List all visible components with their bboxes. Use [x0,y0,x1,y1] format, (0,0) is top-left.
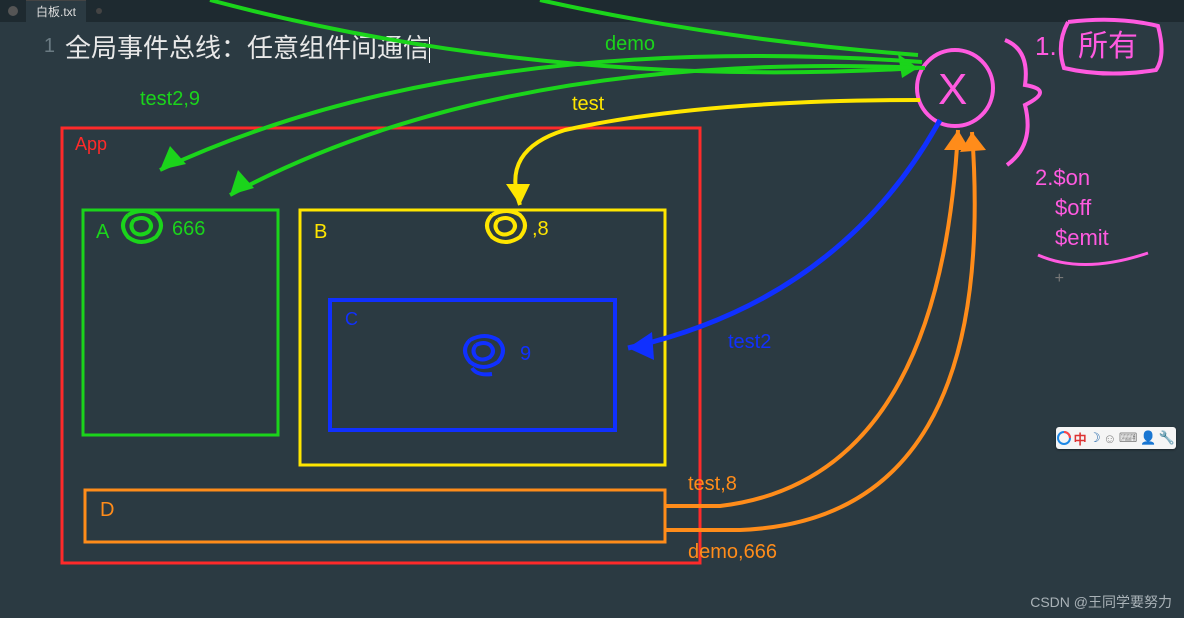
arrow-yellow-test-head [506,184,530,205]
ime-toolbar[interactable]: 中 ☽ ☺ ⌨ 👤 🔧 [1056,427,1176,449]
editor-line: 1 全局事件总线：任意组件间通信 [0,28,1184,65]
text-cursor [429,37,430,63]
ime-logo-icon [1057,431,1071,445]
arrow-blue-test2 [628,120,940,348]
title-text: 全局事件总线：任意组件间通信 [65,33,429,63]
tab-bar: 白板.txt [0,0,1184,22]
box-a-label: A [96,221,110,243]
arrow-green-test2-b [160,56,922,170]
box-b-label: B [314,221,327,243]
arrow-orange-test8 [665,130,958,506]
box-c [330,300,615,430]
user-icon: 👤 [1140,430,1156,446]
watermark: CSDN @王同学要努力 [1030,592,1172,612]
label-blue-test2: test2 [728,331,771,353]
note2-line2: $off [1055,195,1092,220]
label-test2-9: test2,9 [140,88,200,110]
bus-symbol: X [938,65,967,114]
arrow-green-test2-b-head [160,146,186,170]
tab-modified-icon [96,8,102,14]
arrow-orange-demo666-head [960,132,986,152]
box-b-value: ,8 [532,218,549,240]
page-title[interactable]: 全局事件总线：任意组件间通信 [65,28,430,65]
keyboard-icon: ⌨ [1119,430,1138,446]
note2-line1: 2.$on [1035,165,1090,190]
line-number: 1 [0,35,65,58]
box-b [300,210,665,465]
label-test: test [572,93,605,115]
diagram-overlay: App A 666 B ,8 C 9 D X 1. 所有 2.$on $off … [0,0,1184,618]
box-d [85,490,665,542]
arrow-green-test2 [230,66,925,195]
smile-icon: ☺ [1103,431,1116,446]
arrow-green-test2-head [230,170,254,195]
tab-filename[interactable]: 白板.txt [26,0,86,22]
moon-icon: ☽ [1089,430,1101,446]
wrench-icon: 🔧 [1159,430,1175,446]
arrow-yellow-test [515,100,920,205]
note2-underline [1038,253,1148,265]
box-d-label: D [100,499,114,521]
box-a [83,210,278,435]
app-box [62,128,700,563]
box-c-label: C [345,309,358,329]
app-label: App [75,134,107,154]
label-demo666: demo,666 [688,541,777,563]
arrow-orange-demo666 [665,132,975,530]
scribble-a-icon [123,211,161,242]
arrow-orange-test8-head [944,130,970,150]
box-a-value: 666 [172,218,205,240]
box-c-value: 9 [520,343,531,365]
note2-line3: $emit [1055,225,1109,250]
scribble-b-icon [487,211,525,242]
tab-dot-icon [8,6,18,16]
ime-zhong: 中 [1074,429,1087,448]
plus-marker: + [1055,270,1064,288]
label-test8: test,8 [688,473,737,495]
arrow-blue-test2-head [628,332,654,360]
scribble-c-icon [465,336,503,374]
